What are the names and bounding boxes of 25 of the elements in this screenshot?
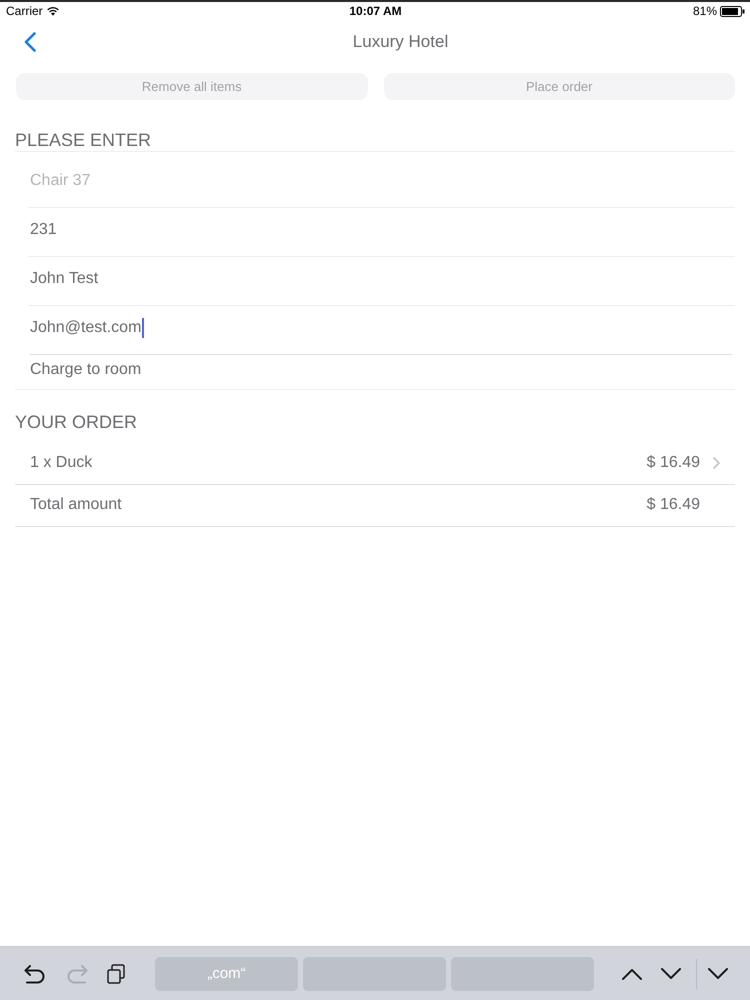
undo-icon[interactable] [24,964,46,984]
section-header: YOUR ORDER [15,411,138,433]
battery-icon [720,6,745,16]
chevron-right-icon [713,457,720,469]
wifi-icon [46,6,59,16]
clock-time: 10:07 AM [349,4,402,18]
item-label: 1 x Duck [30,454,94,472]
screen-title: Luxury Hotel [352,32,448,52]
text-cursor-icon [142,318,144,338]
total-amount: $ 16.49 [646,496,700,514]
copy-icon[interactable] [107,964,125,984]
section-header: PLEASE ENTER [15,129,152,151]
order-item-row[interactable]: 1 x Duck $ 16.49 [15,443,735,485]
total-label: Total amount [30,496,123,514]
input-field[interactable]: John@test.com [30,306,732,355]
chevron-down-icon[interactable] [708,968,728,980]
battery-percentage: 81% [692,4,717,18]
item-price: $ 16.49 [646,454,700,472]
input-field[interactable]: John Test [28,257,735,306]
payment-option[interactable]: Charge to room [15,355,735,390]
carrier-label: Carrier [6,4,43,18]
chevron-up-icon[interactable] [622,968,642,980]
input-field[interactable]: 231 [28,208,735,257]
back-icon[interactable] [24,32,36,52]
chevron-down-icon[interactable] [661,968,681,980]
